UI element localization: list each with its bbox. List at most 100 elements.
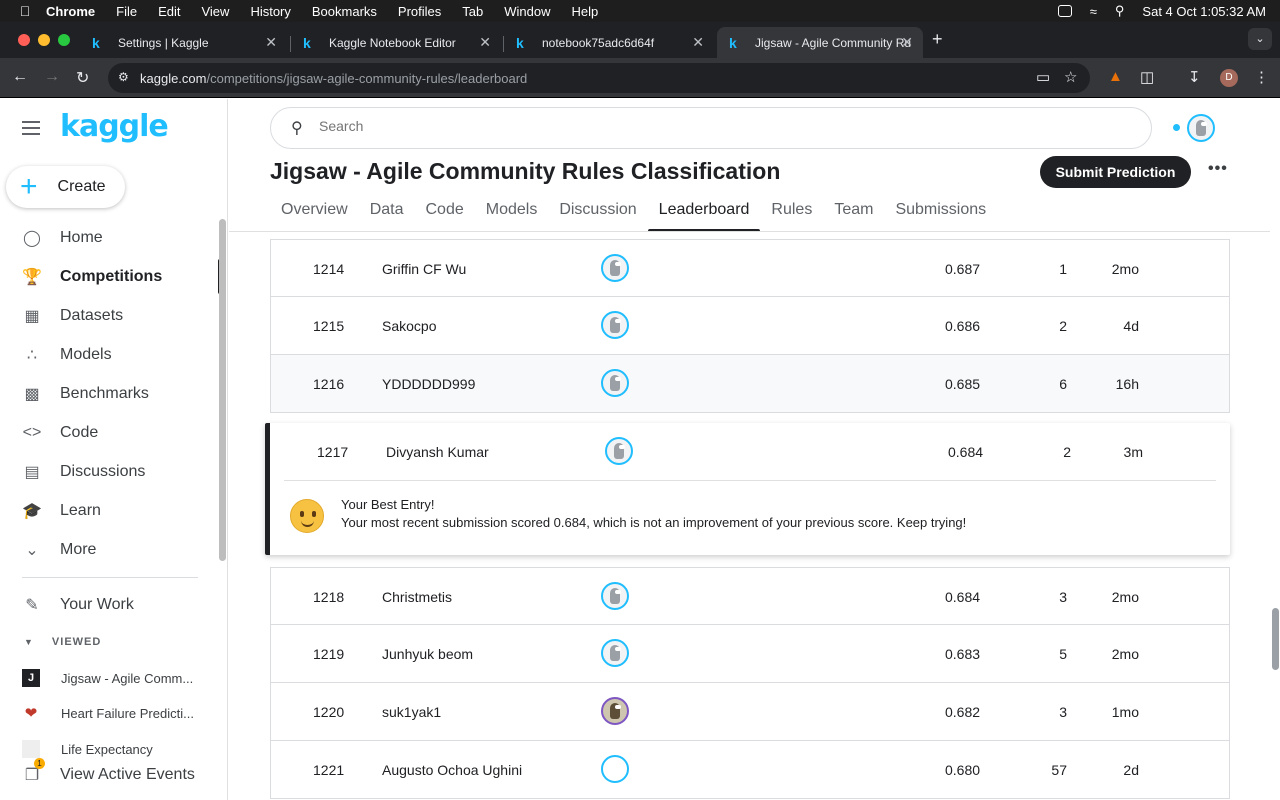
member-avatar[interactable] bbox=[601, 254, 629, 282]
search-icon[interactable]: ⚲ bbox=[1115, 3, 1125, 19]
member-avatar[interactable] bbox=[601, 639, 629, 667]
team-name[interactable]: Augusto Ochoa Ughini bbox=[382, 762, 522, 778]
close-icon[interactable]: ✕ bbox=[901, 34, 913, 51]
team-name[interactable]: Divyansh Kumar bbox=[386, 444, 489, 460]
kaggle-logo[interactable]: kaggle bbox=[60, 109, 169, 144]
more-options-icon[interactable]: ••• bbox=[1208, 160, 1228, 178]
reload-icon[interactable]: ↻ bbox=[76, 68, 89, 88]
tab-rules[interactable]: Rules bbox=[760, 188, 823, 232]
extensions-icon[interactable]: ◫ bbox=[1140, 68, 1154, 86]
member-avatar[interactable] bbox=[605, 437, 633, 465]
menu-window[interactable]: Window bbox=[504, 4, 550, 19]
browser-tab-leaderboard[interactable]: k Jigsaw - Agile Community Ru ✕ bbox=[717, 27, 923, 58]
sidebar-item-more[interactable]: ⌄ More bbox=[0, 530, 222, 569]
close-icon[interactable]: ✕ bbox=[265, 34, 277, 51]
site-search[interactable]: ⚲ bbox=[270, 107, 1152, 149]
profile-avatar[interactable]: D bbox=[1220, 69, 1238, 87]
tab-code[interactable]: Code bbox=[414, 188, 474, 232]
table-row[interactable]: 1219 Junhyuk beom 0.683 5 2mo bbox=[270, 625, 1230, 683]
team-name[interactable]: Griffin CF Wu bbox=[382, 261, 466, 277]
browser-tab-settings[interactable]: k Settings | Kaggle ✕ bbox=[80, 27, 287, 58]
sidebar-item-discussions[interactable]: ▤ Discussions bbox=[0, 452, 222, 491]
browser-tab-notebook-editor[interactable]: k Kaggle Notebook Editor ✕ bbox=[291, 27, 501, 58]
viewed-section-toggle[interactable]: ▼ VIEWED bbox=[24, 636, 101, 648]
sidebar-item-learn[interactable]: 🎓 Learn bbox=[0, 491, 222, 530]
table-row[interactable]: 1221 Augusto Ochoa Ughini 0.680 57 2d bbox=[270, 741, 1230, 799]
menu-bookmarks[interactable]: Bookmarks bbox=[312, 4, 377, 19]
chrome-menu-icon[interactable]: ⋮ bbox=[1254, 68, 1269, 86]
address-bar[interactable]: ⚙ kaggle.com/competitions/jigsaw-agile-c… bbox=[108, 63, 1090, 93]
viewed-item-heart-failure[interactable]: ❤ Heart Failure Predicti... bbox=[22, 698, 222, 728]
sidebar-item-models[interactable]: ∴ Models bbox=[0, 335, 222, 374]
team-name[interactable]: Junhyuk beom bbox=[382, 646, 473, 662]
new-tab-button[interactable]: + bbox=[932, 29, 943, 50]
menu-profiles[interactable]: Profiles bbox=[398, 4, 441, 19]
hamburger-menu-icon[interactable] bbox=[22, 121, 40, 135]
close-icon[interactable]: ✕ bbox=[692, 34, 704, 51]
wifi-icon[interactable]: ≈ bbox=[1090, 4, 1097, 19]
team-name[interactable]: Christmetis bbox=[382, 589, 452, 605]
download-icon[interactable]: ↧ bbox=[1188, 68, 1201, 86]
menu-history[interactable]: History bbox=[250, 4, 290, 19]
extension-fox-icon[interactable]: ▲ bbox=[1108, 68, 1123, 85]
viewed-item-jigsaw[interactable]: J Jigsaw - Agile Comm... bbox=[22, 663, 222, 693]
url-text[interactable]: kaggle.com/competitions/jigsaw-agile-com… bbox=[140, 71, 527, 86]
menu-app-name[interactable]: Chrome bbox=[46, 4, 95, 19]
create-button[interactable]: + Create bbox=[6, 166, 125, 208]
menu-edit[interactable]: Edit bbox=[158, 4, 180, 19]
table-row[interactable]: 1218 Christmetis 0.684 3 2mo bbox=[270, 567, 1230, 625]
zoom-window-button[interactable] bbox=[58, 34, 70, 46]
menu-file[interactable]: File bbox=[116, 4, 137, 19]
install-app-icon[interactable]: ▭ bbox=[1036, 68, 1050, 86]
sidebar-item-competitions[interactable]: 🏆 Competitions bbox=[0, 257, 222, 296]
team-name[interactable]: Sakocpo bbox=[382, 318, 436, 334]
tab-discussion[interactable]: Discussion bbox=[548, 188, 647, 232]
page-scrollbar[interactable] bbox=[1272, 608, 1279, 670]
tab-data[interactable]: Data bbox=[359, 188, 415, 232]
tab-leaderboard[interactable]: Leaderboard bbox=[647, 188, 761, 232]
member-avatar[interactable] bbox=[601, 755, 629, 783]
table-row[interactable]: 1216 YDDDDDD999 0.685 6 16h bbox=[270, 355, 1230, 413]
tab-models[interactable]: Models bbox=[475, 188, 549, 232]
sidebar-item-datasets[interactable]: ▦ Datasets bbox=[0, 296, 222, 335]
apple-icon[interactable]:  bbox=[18, 3, 32, 19]
member-avatar[interactable] bbox=[601, 697, 629, 725]
url-host: kaggle.com bbox=[140, 71, 207, 86]
clock[interactable]: Sat 4 Oct 1:05:32 AM bbox=[1142, 4, 1266, 19]
sidebar-scrollbar[interactable] bbox=[219, 219, 226, 561]
sidebar-item-benchmarks[interactable]: ▩ Benchmarks bbox=[0, 374, 222, 413]
tab-submissions[interactable]: Submissions bbox=[884, 188, 997, 232]
minimize-window-button[interactable] bbox=[38, 34, 50, 46]
tab-team[interactable]: Team bbox=[823, 188, 884, 232]
back-arrow-icon[interactable]: ← bbox=[12, 68, 28, 86]
my-entry-row[interactable]: 1217 Divyansh Kumar 0.684 2 3m bbox=[270, 423, 1230, 480]
table-icon: ▦ bbox=[24, 307, 40, 325]
battery-icon[interactable] bbox=[1057, 5, 1072, 17]
member-avatar[interactable] bbox=[601, 582, 629, 610]
close-window-button[interactable] bbox=[18, 34, 30, 46]
menu-help[interactable]: Help bbox=[572, 4, 599, 19]
sidebar-item-home[interactable]: ◯ Home bbox=[0, 218, 222, 257]
tab-overview[interactable]: Overview bbox=[270, 188, 359, 232]
user-avatar[interactable] bbox=[1187, 114, 1215, 142]
bookmark-star-icon[interactable]: ☆ bbox=[1064, 68, 1077, 86]
site-info-icon[interactable]: ⚙ bbox=[118, 70, 134, 86]
sidebar-item-your-work[interactable]: ✎ Your Work bbox=[0, 585, 222, 624]
search-input[interactable] bbox=[319, 118, 1119, 134]
table-row[interactable]: 1214 Griffin CF Wu 0.687 1 2mo bbox=[270, 239, 1230, 297]
close-icon[interactable]: ✕ bbox=[479, 34, 491, 51]
team-name[interactable]: YDDDDDD999 bbox=[382, 376, 475, 392]
submit-prediction-button[interactable]: Submit Prediction bbox=[1040, 156, 1191, 188]
sidebar-item-code[interactable]: <> Code bbox=[0, 413, 222, 452]
member-avatar[interactable] bbox=[601, 311, 629, 339]
team-name[interactable]: suk1yak1 bbox=[382, 704, 441, 720]
member-avatar[interactable] bbox=[601, 369, 629, 397]
table-row[interactable]: 1220 suk1yak1 0.682 3 1mo bbox=[270, 683, 1230, 741]
table-row[interactable]: 1215 Sakocpo 0.686 2 4d bbox=[270, 297, 1230, 355]
browser-tab-notebook[interactable]: k notebook75adc6d64f ✕ bbox=[504, 27, 714, 58]
menu-tab[interactable]: Tab bbox=[462, 4, 483, 19]
forward-arrow-icon[interactable]: → bbox=[44, 68, 60, 86]
sidebar-item-active-events[interactable]: ❐ 1 View Active Events bbox=[0, 755, 222, 794]
menu-view[interactable]: View bbox=[201, 4, 229, 19]
tab-search-button[interactable]: ⌄ bbox=[1248, 28, 1272, 50]
